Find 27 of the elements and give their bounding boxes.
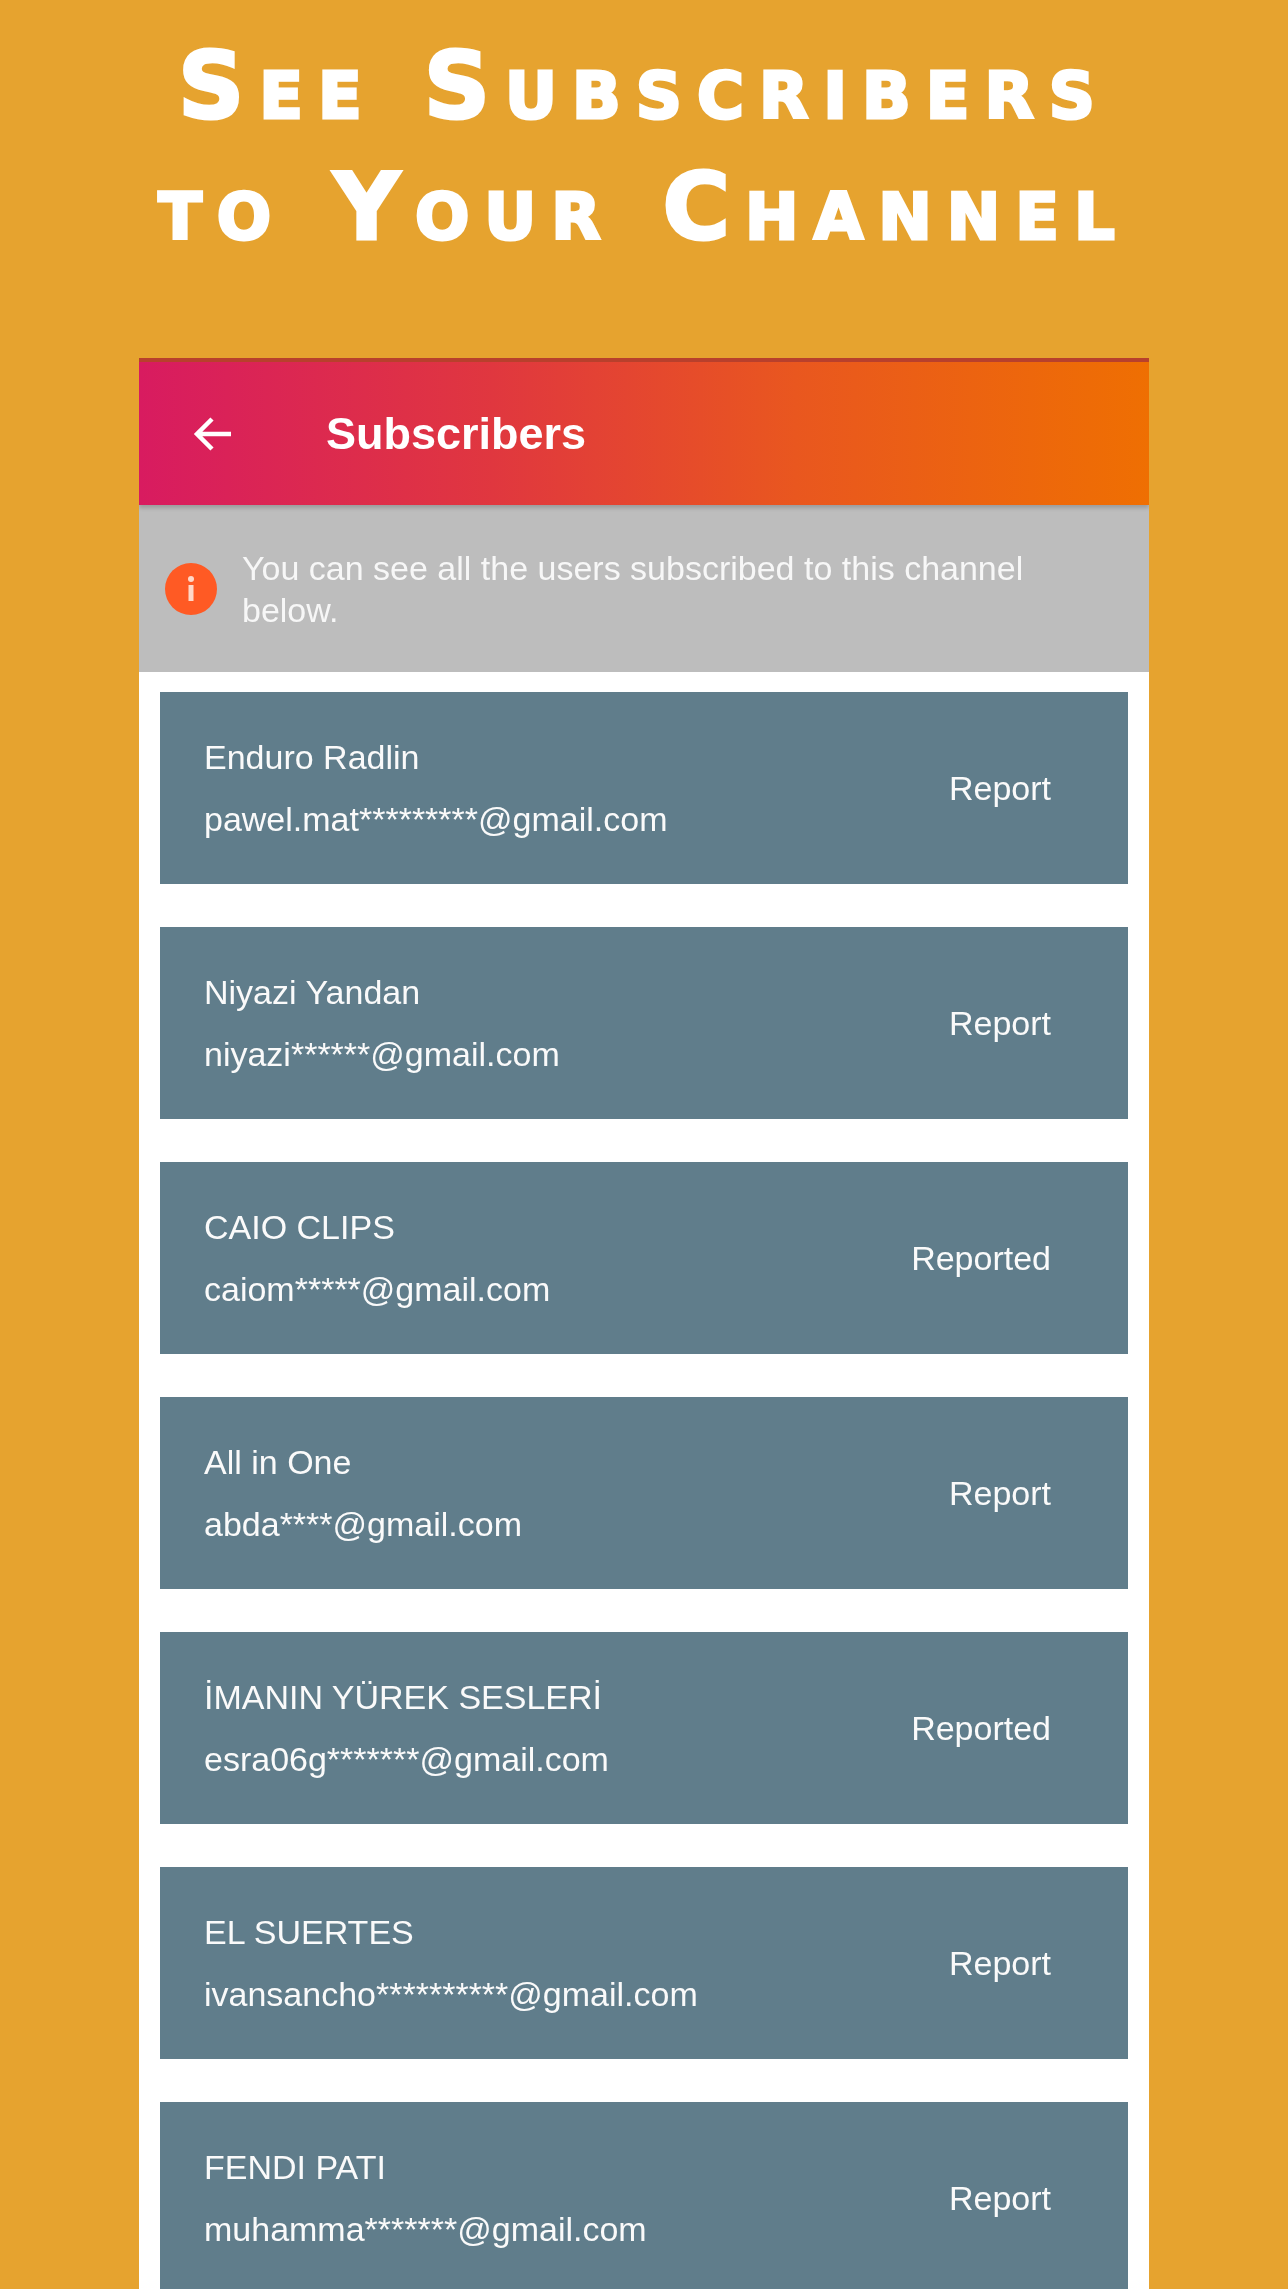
headline-text: to Your Channel [158,153,1130,263]
subscriber-name: Niyazi Yandan [204,972,422,1013]
report-button[interactable]: Report [948,1002,1051,1044]
subscriber-email: abda****@gmail.com [204,1504,522,1545]
report-button[interactable]: Report [948,1472,1051,1514]
subscriber-email: pawel.mat*********@gmail.com [204,799,668,840]
subscriber-name: Enduro Radlin [204,737,421,778]
subscriber-email: ivansancho**********@gmail.com [204,1974,698,2015]
subscriber-name: CAIO CLIPS [204,1207,396,1248]
back-arrow-icon [193,415,233,452]
subscriber-name: FENDI PATI [204,2147,387,2188]
screen-title: Subscribers [326,407,587,460]
subscriber-name: EL SUERTES [204,1912,415,1953]
report-button[interactable]: Report [948,1942,1051,1984]
subscriber-email: niyazi******@gmail.com [204,1034,560,1075]
report-button[interactable]: Reported [911,1707,1051,1749]
info-text: You can see all the users subscribed to this channel below. [242,547,1025,631]
report-button[interactable]: Reported [911,1237,1051,1279]
report-button[interactable]: Report [948,2177,1051,2219]
subscriber-email: caiom*****@gmail.com [204,1269,551,1310]
report-button[interactable]: Report [948,767,1051,809]
subscriber-name: All in One [204,1442,353,1483]
subscriber-name: İMANIN YÜREK SESLERİ [204,1677,604,1718]
headline-text: See Subscribers [178,32,1110,142]
subscriber-email: muhamma*******@gmail.com [204,2209,647,2250]
subscriber-email: esra06g*******@gmail.com [204,1739,609,1780]
info-icon [165,562,217,615]
